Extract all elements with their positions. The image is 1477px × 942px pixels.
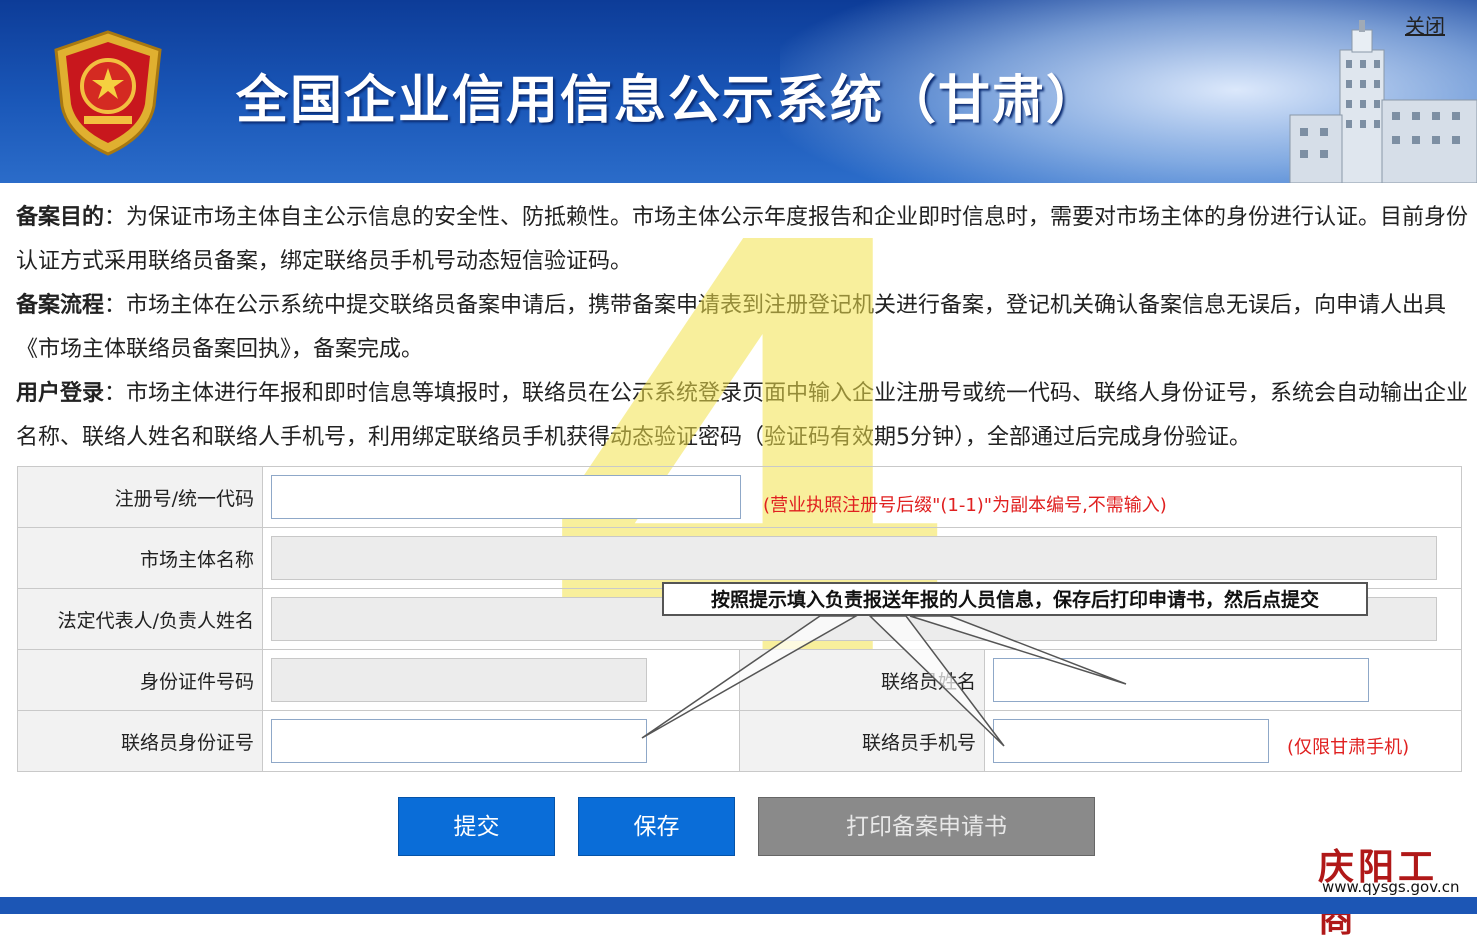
contact-form: 注册号/统一代码 (营业执照注册号后缀"(1-1)"为副本编号,不需输入) 市场… [17,466,1462,772]
page-title: 全国企业信用信息公示系统（甘肃） [236,71,1101,131]
reg-hint: (营业执照注册号后缀"(1-1)"为副本编号,不需输入) [763,494,1167,516]
contact-id-label: 联络员身份证号 [17,710,263,772]
legal-label: 法定代表人/负责人姓名 [17,588,263,650]
header-banner: 全国企业信用信息公示系统（甘肃） 关闭 [0,0,1477,183]
print-application-button[interactable]: 打印备案申请书 [758,797,1095,856]
intro-label: 备案流程 [16,293,105,318]
contact-phone-input[interactable] [993,719,1269,763]
contact-phone-label: 联络员手机号 [739,710,985,772]
building-icon [1289,20,1477,183]
contact-name-label: 联络员姓名 [739,649,985,711]
id-number-input [271,658,647,702]
submit-button[interactable]: 提交 [398,797,555,856]
name-label: 市场主体名称 [17,527,263,589]
reg-number-input[interactable] [271,475,741,519]
close-link[interactable]: 关闭 [1405,10,1445,39]
idcard-label: 身份证件号码 [17,649,263,711]
phone-hint: (仅限甘肃手机) [1287,736,1410,758]
emblem-icon [54,30,162,156]
reg-label: 注册号/统一代码 [17,466,263,528]
footer-bar [0,897,1477,914]
intro-label: 备案目的 [16,205,105,230]
intro-label: 用户登录 [16,381,105,406]
entity-name-input [271,536,1437,580]
brand-url: www.qysgs.gov.cn [1322,878,1460,896]
instruction-tooltip: 按照提示填入负责报送年报的人员信息，保存后打印申请书，然后点提交 [662,582,1368,616]
contact-id-input[interactable] [271,719,647,763]
contact-name-input[interactable] [993,658,1369,702]
save-button[interactable]: 保存 [578,797,735,856]
